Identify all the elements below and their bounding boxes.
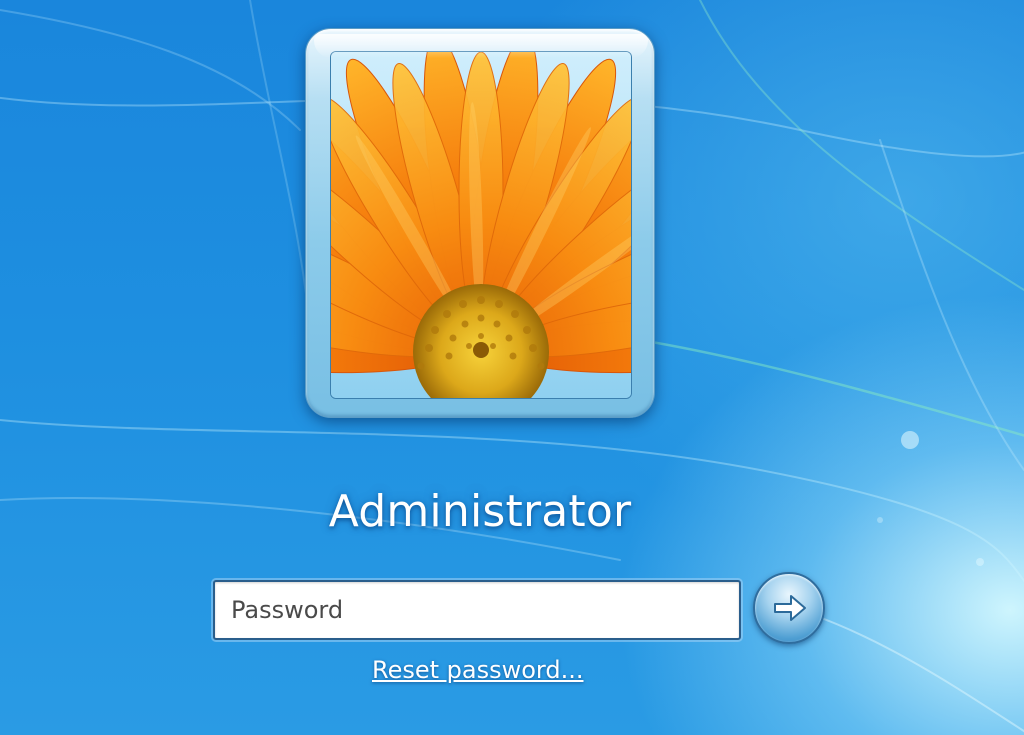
- password-field[interactable]: [213, 580, 741, 640]
- user-tile[interactable]: [305, 28, 655, 418]
- flower-avatar-icon: [331, 52, 631, 398]
- arrow-right-icon: [774, 595, 806, 621]
- password-input[interactable]: [215, 582, 739, 638]
- user-picture: [330, 51, 632, 399]
- submit-button[interactable]: [753, 572, 825, 644]
- reset-password-link[interactable]: Reset password...: [372, 656, 584, 684]
- user-name: Administrator: [328, 486, 632, 537]
